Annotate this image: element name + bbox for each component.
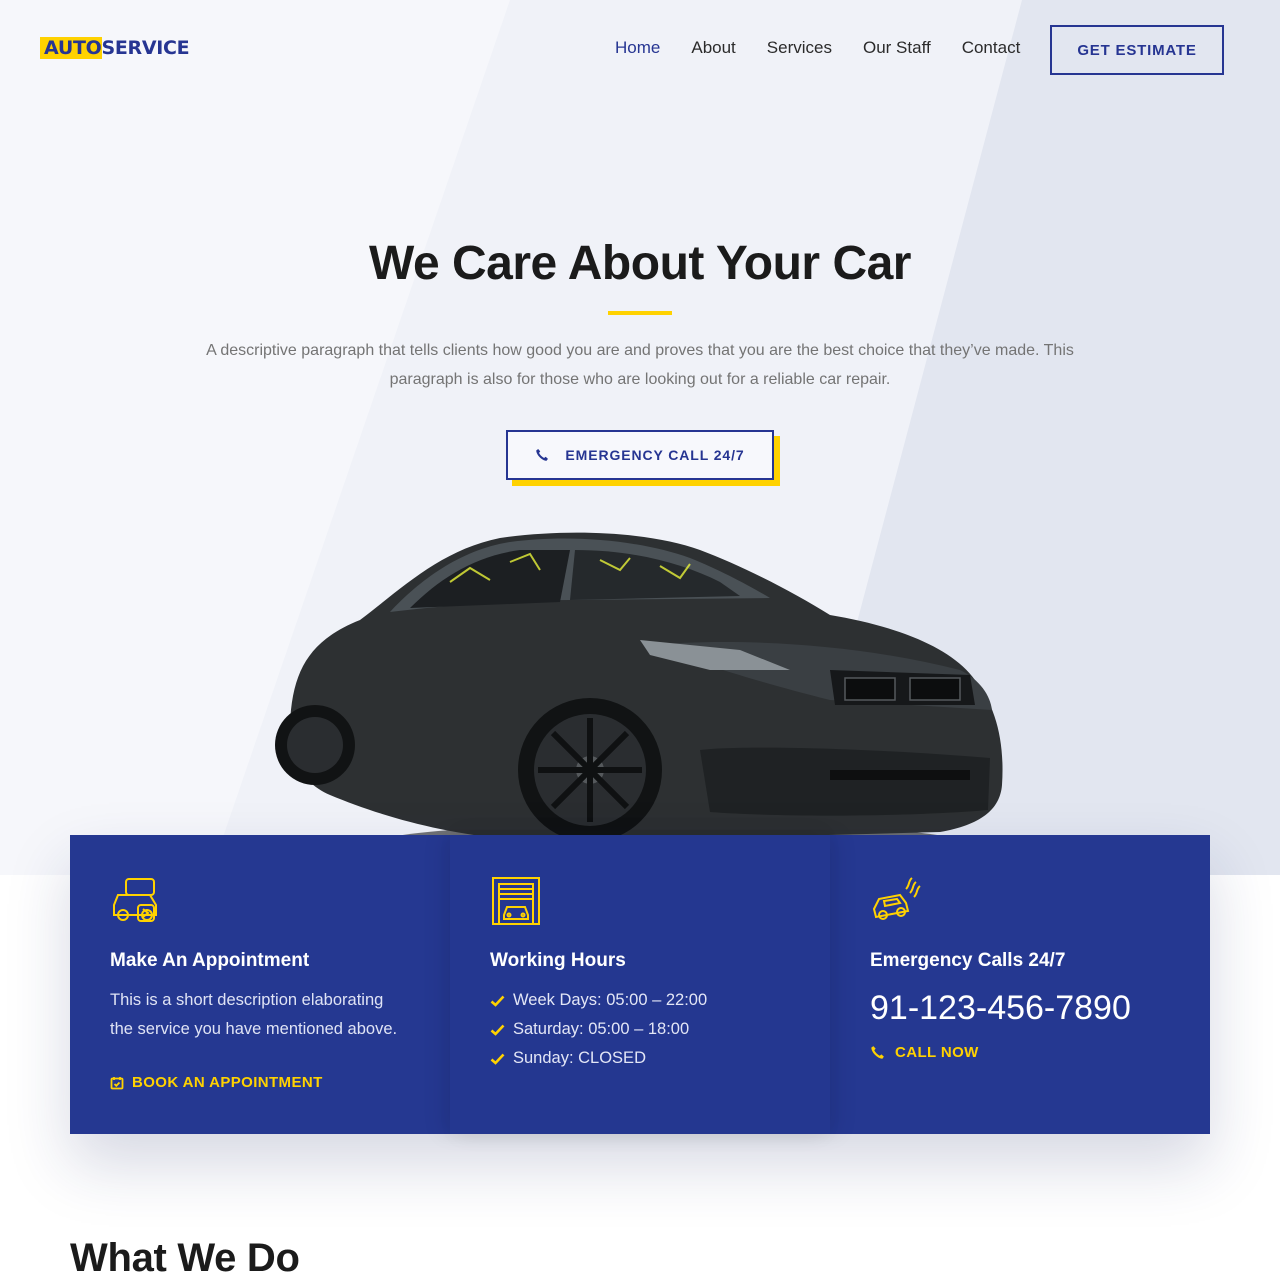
appointment-card: Make An Appointment This is a short desc…: [70, 835, 450, 1134]
phone-icon: [871, 1046, 884, 1059]
title-underline: [608, 311, 672, 315]
nav-services[interactable]: Services: [767, 36, 832, 60]
working-hours-card: Working Hours Week Days: 05:00 – 22:00 S…: [450, 835, 830, 1134]
emergency-title: Emergency Calls 24/7: [870, 950, 1066, 971]
hours-sunday: Sunday: CLOSED: [513, 1049, 646, 1067]
info-panel: Make An Appointment This is a short desc…: [70, 835, 1210, 1134]
hours-item: Sunday: CLOSED: [490, 1044, 790, 1073]
logo-part-auto: AUTO: [44, 37, 102, 59]
garage-icon: [492, 877, 540, 925]
appointment-title: Make An Appointment: [110, 950, 310, 971]
check-icon: [490, 995, 505, 1007]
logo-part-service: SERVICE: [101, 37, 190, 59]
nav-contact[interactable]: Contact: [962, 36, 1021, 60]
emergency-call-button[interactable]: EMERGENCY CALL 24/7: [506, 430, 774, 480]
hours-list: Week Days: 05:00 – 22:00 Saturday: 05:00…: [490, 986, 790, 1073]
hours-weekdays: Week Days: 05:00 – 22:00: [513, 991, 708, 1009]
car-image: [275, 532, 1003, 867]
nav-our-staff[interactable]: Our Staff: [863, 36, 931, 60]
nav-home[interactable]: Home: [615, 36, 660, 60]
emergency-call-label: EMERGENCY CALL 24/7: [565, 447, 745, 463]
get-estimate-button[interactable]: GET ESTIMATE: [1050, 25, 1224, 75]
calendar-check-icon: [110, 1076, 124, 1089]
book-appointment-link[interactable]: BOOK AN APPOINTMENT: [110, 1074, 323, 1091]
hours-saturday: Saturday: 05:00 – 18:00: [513, 1020, 690, 1038]
nav-about[interactable]: About: [691, 36, 735, 60]
hero-description: A descriptive paragraph that tells clien…: [206, 342, 1074, 388]
emergency-phone-number[interactable]: 91-123-456-7890: [870, 986, 1170, 1030]
phone-icon: [536, 449, 549, 461]
check-icon: [490, 1053, 505, 1065]
car-crash-icon: [872, 877, 921, 920]
main-nav: Home About Services Our Staff Contact: [615, 36, 1051, 60]
hours-item: Week Days: 05:00 – 22:00: [490, 986, 790, 1015]
emergency-call-button-wrap: EMERGENCY CALL 24/7: [506, 430, 780, 486]
call-now-link[interactable]: CALL NOW: [870, 1044, 1170, 1061]
working-hours-title: Working Hours: [490, 950, 626, 971]
section-title-what-we-do: What We Do: [70, 1236, 300, 1280]
call-now-label: CALL NOW: [895, 1044, 979, 1061]
site-header: AUTOSERVICE Home About Services Our Staf…: [0, 0, 1280, 100]
car-service-icon: [113, 878, 157, 922]
hours-item: Saturday: 05:00 – 18:00: [490, 1015, 790, 1044]
appointment-description: This is a short description elaborating …: [110, 991, 398, 1038]
logo[interactable]: AUTOSERVICE: [40, 34, 190, 62]
hero-title: We Care About Your Car: [369, 237, 911, 290]
check-icon: [490, 1024, 505, 1036]
emergency-card: Emergency Calls 24/7 91-123-456-7890 CAL…: [830, 835, 1210, 1134]
book-appointment-label: BOOK AN APPOINTMENT: [132, 1074, 323, 1091]
